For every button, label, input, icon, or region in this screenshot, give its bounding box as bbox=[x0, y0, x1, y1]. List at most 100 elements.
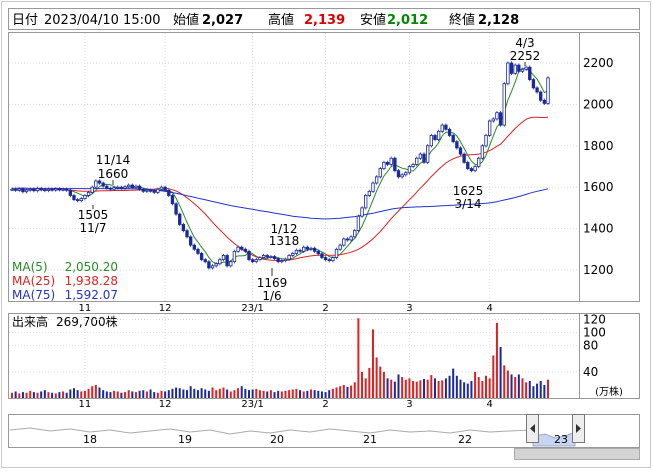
volume-bar bbox=[455, 375, 458, 398]
price-x-tick-label: 2 bbox=[322, 303, 328, 314]
candle-body bbox=[123, 186, 127, 189]
volume-bar bbox=[240, 386, 243, 398]
candle-body bbox=[174, 203, 178, 215]
volume-bar bbox=[423, 379, 426, 398]
volume-bar bbox=[331, 388, 334, 398]
volume-bar bbox=[273, 392, 276, 398]
volume-bar bbox=[350, 385, 353, 398]
candle-body bbox=[221, 255, 226, 261]
candle-body bbox=[156, 188, 160, 193]
candle-body bbox=[440, 124, 444, 132]
low-value: 2,012 bbox=[387, 13, 428, 28]
volume-bar bbox=[302, 391, 305, 398]
candle-body bbox=[444, 124, 448, 130]
candle-body bbox=[389, 157, 393, 165]
volume-bar bbox=[353, 382, 356, 398]
volume-x-tick-label: 23/1 bbox=[241, 399, 263, 410]
candle-body bbox=[524, 66, 528, 70]
navigator-scrollbar[interactable] bbox=[514, 448, 640, 460]
navigator-right-handle[interactable] bbox=[572, 414, 585, 443]
volume-bar bbox=[379, 366, 382, 398]
volume-bar bbox=[80, 391, 83, 398]
volume-bar bbox=[506, 370, 509, 398]
candle-body bbox=[127, 184, 131, 188]
volume-bar bbox=[317, 390, 320, 398]
candle-body bbox=[28, 188, 32, 191]
annotation-low-nov-date: 11/7 bbox=[80, 221, 107, 235]
close-value: 2,128 bbox=[478, 13, 519, 28]
candle-body bbox=[50, 188, 54, 191]
volume-bar bbox=[477, 377, 480, 398]
candle-body bbox=[528, 66, 532, 80]
volume-bar bbox=[324, 392, 327, 398]
volume-bar bbox=[127, 390, 130, 398]
candle-body bbox=[400, 174, 404, 178]
candle-body bbox=[141, 188, 145, 192]
volume-bar bbox=[87, 388, 90, 398]
candle-body bbox=[487, 120, 492, 136]
candle-body bbox=[455, 141, 459, 149]
candle-body bbox=[513, 64, 517, 74]
candle-body bbox=[407, 166, 412, 174]
volume-bar bbox=[371, 329, 374, 398]
candle-body bbox=[261, 255, 266, 258]
volume-bar bbox=[346, 386, 349, 398]
candle-body bbox=[276, 258, 280, 263]
volume-bar bbox=[25, 392, 28, 398]
candle-body bbox=[199, 253, 204, 261]
open-label: 始値 bbox=[173, 12, 199, 28]
volume-y-tick-label: 80 bbox=[583, 339, 598, 353]
candle-body bbox=[462, 153, 466, 163]
candle-body bbox=[152, 190, 156, 193]
candle-body bbox=[433, 135, 437, 140]
candle-body bbox=[214, 263, 218, 267]
volume-bar bbox=[408, 378, 411, 398]
volume-bar bbox=[98, 387, 101, 398]
volume-bar bbox=[437, 381, 440, 398]
candle-body bbox=[509, 62, 514, 74]
candle-body bbox=[17, 188, 21, 191]
candle-body bbox=[119, 186, 124, 189]
candle-body bbox=[21, 188, 25, 193]
candle-body bbox=[181, 224, 186, 232]
candle-body bbox=[167, 189, 171, 196]
candle-body bbox=[159, 186, 164, 190]
annotation-high-jan-price: 1318 bbox=[269, 234, 300, 248]
candle-body bbox=[393, 157, 397, 172]
volume-bar bbox=[248, 390, 251, 398]
annotation-low-mar-date: 3/14 bbox=[455, 197, 482, 211]
volume-bar bbox=[156, 392, 159, 398]
candle-body bbox=[210, 265, 215, 269]
candle-body bbox=[243, 248, 248, 252]
candle-body bbox=[203, 259, 207, 263]
candle-body bbox=[145, 189, 149, 192]
volume-bar bbox=[401, 377, 404, 398]
candle-body bbox=[79, 198, 83, 202]
volume-bar bbox=[251, 389, 254, 398]
price-x-tick-label: 12 bbox=[159, 303, 172, 314]
volume-bar bbox=[361, 371, 364, 398]
volume-bar bbox=[226, 389, 229, 398]
annotation-high-nov-price: 1660 bbox=[98, 167, 129, 181]
candle-body bbox=[302, 246, 306, 252]
volume-bar bbox=[339, 386, 342, 398]
high-label: 高値 bbox=[268, 12, 294, 28]
ma75-label: MA(75) bbox=[12, 288, 55, 302]
candle-body bbox=[247, 250, 251, 261]
candle-body bbox=[192, 244, 196, 250]
candle-body bbox=[371, 182, 375, 192]
volume-value: 269,700株 bbox=[56, 314, 118, 329]
price-y-tick-label: 1200 bbox=[583, 263, 614, 277]
volume-bar bbox=[499, 347, 502, 398]
volume-bar bbox=[441, 380, 444, 398]
navigator-left-handle[interactable] bbox=[526, 414, 539, 443]
candle-body bbox=[178, 213, 182, 225]
annotation-high-apr-price: 2252 bbox=[510, 49, 541, 63]
volume-bar bbox=[536, 383, 539, 398]
annotation-low-jan-price: 1169 bbox=[257, 276, 288, 290]
candle-body bbox=[334, 248, 339, 258]
volume-bar bbox=[76, 390, 79, 398]
volume-bar bbox=[474, 371, 477, 398]
candle-body bbox=[72, 195, 76, 201]
candle-body bbox=[54, 188, 58, 191]
